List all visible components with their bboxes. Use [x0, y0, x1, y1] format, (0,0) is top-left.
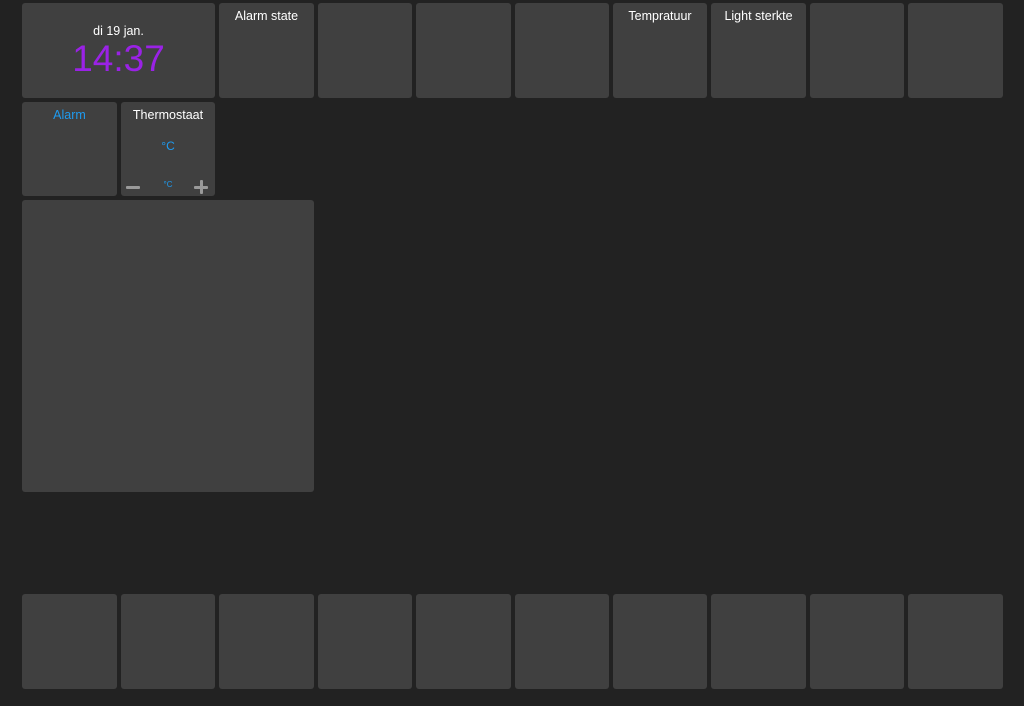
bottom-tile[interactable] [711, 594, 806, 689]
clock-time: 14:37 [72, 38, 165, 79]
alarm-state-title: Alarm state [234, 9, 299, 23]
empty-tile[interactable] [515, 3, 609, 98]
thermostat-increase-button[interactable] [193, 179, 209, 195]
light-tile[interactable]: Light sterkte [711, 3, 806, 98]
temperatuur-title: Tempratuur [628, 9, 692, 23]
clock-date: di 19 jan. [93, 24, 144, 38]
bottom-tile[interactable] [613, 594, 707, 689]
alarm-title: Alarm [53, 108, 86, 122]
bottom-tile[interactable] [810, 594, 904, 689]
thermostat-title: Thermostaat [132, 108, 204, 122]
clock-tile: di 19 jan. 14:37 [22, 3, 215, 98]
bottom-tile[interactable] [219, 594, 314, 689]
temperatuur-tile[interactable]: Tempratuur [613, 3, 707, 98]
alarm-tile[interactable]: Alarm [22, 102, 117, 196]
light-title: Light sterkte [724, 9, 793, 23]
thermostat-tile: Thermostaat °C °C [121, 102, 215, 196]
empty-tile[interactable] [810, 3, 904, 98]
bottom-tile[interactable] [515, 594, 609, 689]
alarm-state-tile[interactable]: Alarm state [219, 3, 314, 98]
empty-tile[interactable] [318, 3, 412, 98]
bottom-tile[interactable] [908, 594, 1003, 689]
thermostat-decrease-button[interactable] [125, 179, 141, 195]
large-panel-tile[interactable] [22, 200, 314, 492]
empty-tile[interactable] [416, 3, 511, 98]
thermostat-current-temperature: °C [161, 139, 175, 153]
bottom-tile[interactable] [121, 594, 215, 689]
bottom-tile[interactable] [22, 594, 117, 689]
bottom-tile[interactable] [416, 594, 511, 689]
empty-tile[interactable] [908, 3, 1003, 98]
bottom-tile[interactable] [318, 594, 412, 689]
